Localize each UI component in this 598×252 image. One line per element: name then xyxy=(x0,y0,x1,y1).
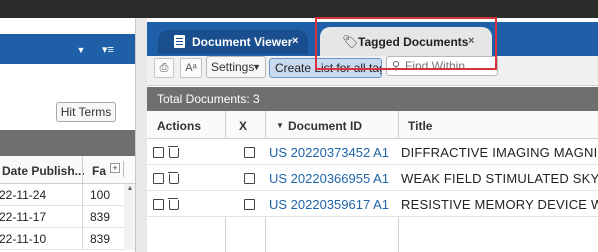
scrollbar[interactable] xyxy=(124,206,135,228)
column-header-actions[interactable]: Actions xyxy=(157,119,201,133)
column-header-family[interactable]: Fa xyxy=(92,164,106,178)
print-icon[interactable]: ⎙ xyxy=(154,58,174,78)
x-checkbox[interactable] xyxy=(244,199,255,210)
table-row[interactable]: 22-11-17 839 xyxy=(0,206,135,228)
table-row[interactable]: US 20220373452 A1 DIFFRACTIVE IMAGING MA… xyxy=(147,139,598,165)
select-checkbox[interactable] xyxy=(153,199,164,210)
trash-icon[interactable] xyxy=(168,146,179,158)
date-cell: 22-11-17 xyxy=(0,210,47,224)
document-title: DIFFRACTIVE IMAGING MAGNI xyxy=(401,145,598,160)
trash-icon[interactable] xyxy=(168,198,179,210)
column-header-x[interactable]: X xyxy=(239,119,247,133)
document-id-link[interactable]: US 20220359617 A1 xyxy=(269,197,389,212)
total-documents-count: Total Documents: 3 xyxy=(157,92,260,106)
x-checkbox[interactable] xyxy=(244,147,255,158)
table-row[interactable]: US 20220359617 A1 RESISTIVE MEMORY DEVIC… xyxy=(147,191,598,217)
date-cell: 22-11-24 xyxy=(0,188,47,202)
date-cell: 22-11-10 xyxy=(0,232,47,246)
text-size-icon[interactable]: Aᵃ xyxy=(180,58,202,78)
column-divider xyxy=(82,156,83,184)
document-title: RESISTIVE MEMORY DEVICE W xyxy=(401,197,598,212)
hit-terms-button[interactable]: Hit Terms xyxy=(56,102,116,122)
cell-divider xyxy=(82,206,83,228)
table-header xyxy=(147,111,598,139)
scrollbar[interactable] xyxy=(124,228,135,250)
document-title: WEAK FIELD STIMULATED SKY xyxy=(401,171,598,186)
dropdown-caret-icon[interactable]: ▼ xyxy=(72,42,90,58)
trash-icon[interactable] xyxy=(168,172,179,184)
column-header-document-id[interactable]: Document ID xyxy=(288,119,362,133)
highlight-box xyxy=(315,17,497,70)
x-checkbox[interactable] xyxy=(244,173,255,184)
column-header-date-published[interactable]: Date Publish... xyxy=(2,164,85,178)
left-panel: ▼ ▾≡ Hit Terms Date Publish... Fa + 22-1… xyxy=(0,18,136,252)
expand-icon[interactable]: + xyxy=(110,163,120,173)
document-id-link[interactable]: US 20220366955 A1 xyxy=(269,171,389,186)
column-header-title[interactable]: Title xyxy=(408,119,432,133)
cell-divider xyxy=(82,228,83,250)
panel-menu-icon[interactable]: ▾≡ xyxy=(96,41,120,59)
sort-descending-icon[interactable]: ▼ xyxy=(276,121,284,130)
left-summary-bar xyxy=(0,130,135,156)
value-cell: 839 xyxy=(90,210,111,224)
table-row[interactable]: US 20220366955 A1 WEAK FIELD STIMULATED … xyxy=(147,165,598,191)
cell-divider xyxy=(82,184,83,206)
tab-document-viewer[interactable]: Document Viewer × xyxy=(158,30,308,54)
select-checkbox[interactable] xyxy=(153,173,164,184)
column-divider xyxy=(123,161,124,177)
tab-label: Document Viewer xyxy=(192,35,293,49)
close-icon[interactable]: × xyxy=(292,35,298,47)
scroll-up-arrow-icon[interactable]: ▲ xyxy=(124,184,135,194)
settings-dropdown[interactable]: Settings ▼ xyxy=(206,56,266,78)
top-bar xyxy=(0,0,598,18)
document-icon xyxy=(174,35,185,48)
settings-label: Settings xyxy=(211,60,255,74)
table-row[interactable]: 22-11-10 839 xyxy=(0,228,135,250)
left-table-header: Date Publish... Fa + xyxy=(0,156,135,184)
document-id-link[interactable]: US 20220373452 A1 xyxy=(269,145,389,160)
value-cell: 839 xyxy=(90,232,111,246)
chevron-down-icon: ▼ xyxy=(252,62,261,72)
table-row[interactable]: 22-11-24 100 xyxy=(0,184,135,206)
select-checkbox[interactable] xyxy=(153,147,164,158)
value-cell: 100 xyxy=(90,188,111,202)
